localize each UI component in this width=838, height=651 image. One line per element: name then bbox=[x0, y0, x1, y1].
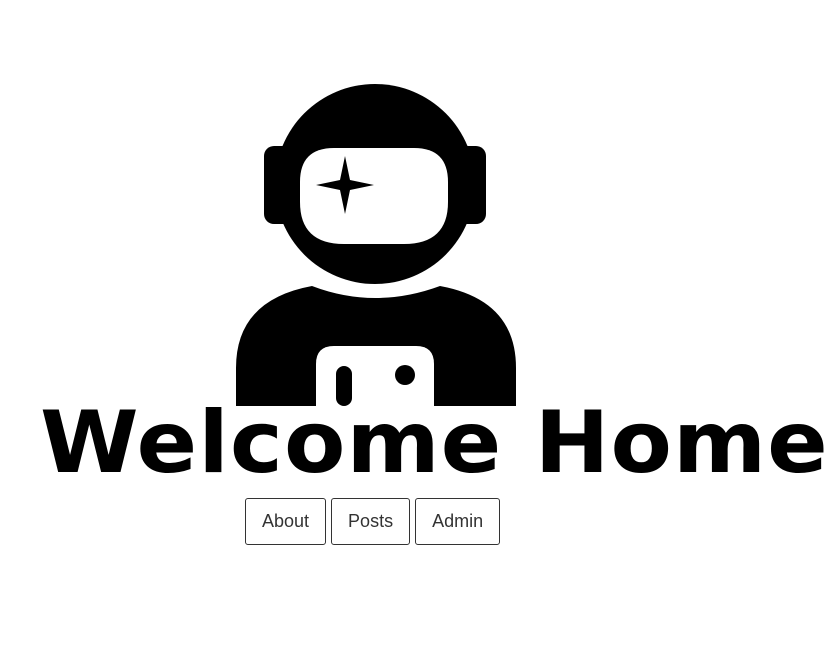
posts-button[interactable]: Posts bbox=[331, 498, 411, 545]
admin-button[interactable]: Admin bbox=[415, 498, 501, 545]
main-nav: About Posts Admin bbox=[245, 498, 501, 545]
page-title: Welcome Home bbox=[40, 393, 829, 493]
astronaut-icon bbox=[236, 84, 516, 406]
about-button[interactable]: About bbox=[245, 498, 327, 545]
